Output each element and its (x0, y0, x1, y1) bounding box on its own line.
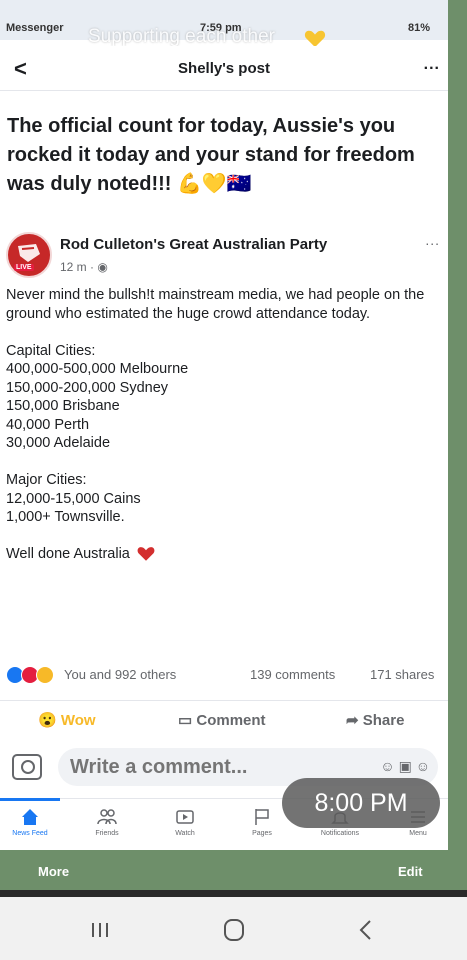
page-name-link[interactable]: Rod Culleton's Great Australian Party (60, 236, 327, 253)
tab-watch[interactable]: Watch (155, 807, 215, 837)
tab-label: Pages (252, 830, 272, 837)
post-actions: 😮 Wow ▭ Comment ➦ Share (0, 700, 448, 741)
wow-reaction-icon (36, 666, 54, 684)
capital-line: 150,000-200,000 Sydney (6, 379, 169, 396)
major-heading: Major Cities: (6, 472, 87, 488)
share-label: Share (362, 712, 405, 729)
sticker-icon[interactable]: ☺ (380, 758, 394, 774)
tab-label: Notifications (320, 830, 360, 837)
recent-apps-icon[interactable] (80, 915, 120, 945)
home-icon (22, 809, 38, 825)
wow-button[interactable]: 😮 Wow (38, 711, 96, 729)
watch-icon (176, 810, 194, 824)
post-timestamp: 12 m · ◉ (60, 260, 108, 274)
post-title: Shelly's post (178, 60, 270, 77)
wow-icon: 😮 (38, 712, 57, 729)
status-app-name: Messenger (6, 22, 64, 34)
android-nav-bar (0, 897, 467, 960)
share-icon: ➦ (346, 712, 359, 729)
wow-label: Wow (60, 712, 96, 729)
tab-friends[interactable]: Friends (77, 807, 137, 837)
capital-line: 30,000 Adelaide (6, 435, 111, 451)
shared-post-body: Never mind the bullsh!t mainstream media… (6, 286, 436, 564)
capital-heading: Capital Cities: (6, 342, 96, 359)
share-button[interactable]: ➦ Share (346, 711, 404, 729)
overlay-time: 8:00 PM (282, 778, 440, 828)
closing-line: Well done Australia (6, 545, 436, 564)
tab-news-feed[interactable]: News Feed (0, 798, 60, 837)
red-heart-icon (137, 547, 155, 561)
comment-icon: ▭ (178, 712, 193, 729)
capital-line: 150,000 Brisbane (6, 398, 120, 414)
camera-icon[interactable] (12, 754, 42, 780)
back-nav-icon[interactable] (346, 915, 386, 945)
gif-icon[interactable]: ▣ (399, 758, 412, 774)
comment-label: Comment (196, 712, 266, 729)
capital-line: 400,000-500,000 Melbourne (6, 361, 189, 377)
tab-label: Watch (175, 830, 195, 837)
friends-icon (97, 809, 117, 825)
card-more-button[interactable]: ... (425, 232, 440, 248)
intro-paragraph: Never mind the bullsh!t mainstream media… (6, 287, 425, 322)
more-options-button[interactable]: ... (424, 56, 440, 74)
page-avatar[interactable]: LIVE (6, 232, 52, 278)
more-label[interactable]: More (38, 864, 69, 879)
reactions-summary[interactable]: You and 992 others 139 comments 171 shar… (6, 664, 442, 686)
major-line: 1,000+ Townsville. (6, 509, 125, 525)
emoji-icon[interactable]: ☺ (416, 758, 430, 774)
tab-label: Menu (409, 830, 427, 837)
reaction-count[interactable]: You and 992 others (64, 667, 176, 682)
overlay-banner-text: Supporting each other (88, 26, 275, 47)
post-caption: The official count for today, Aussie's y… (7, 115, 415, 195)
flag-icon (255, 809, 269, 825)
tab-label: News Feed (12, 830, 48, 837)
home-button-icon[interactable] (214, 915, 254, 945)
phone-screen: Messenger 7:59 pm 81% Supporting each ot… (0, 0, 448, 876)
live-badge: LIVE (14, 264, 34, 271)
major-line: 12,000-15,000 Cains (6, 490, 141, 507)
status-battery: 81% (407, 22, 430, 34)
share-count[interactable]: 171 shares (370, 667, 434, 682)
comment-button[interactable]: ▭ Comment (178, 711, 266, 729)
tab-label: Friends (95, 830, 119, 837)
comment-count[interactable]: 139 comments (250, 667, 335, 682)
reaction-icons (6, 666, 54, 687)
post-header-bar: < Shelly's post ... (0, 46, 448, 91)
timestamp-text: 12 m (60, 260, 87, 274)
edit-label[interactable]: Edit (398, 864, 423, 879)
closing-text: Well done Australia (6, 546, 130, 562)
capital-line: 40,000 Perth (6, 416, 90, 433)
globe-icon: ◉ (97, 260, 108, 274)
composer-icons: ☺ ▣ ☺ (380, 758, 430, 775)
editor-strip (0, 850, 467, 890)
